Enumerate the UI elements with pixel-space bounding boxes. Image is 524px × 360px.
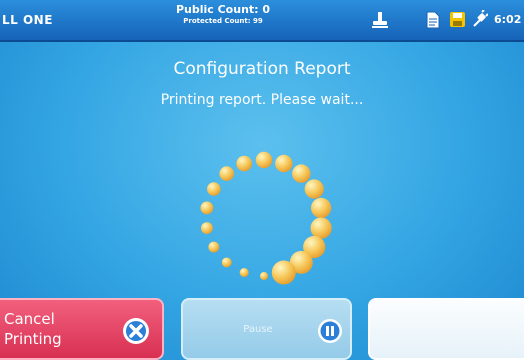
- spinner-dot: [260, 272, 268, 280]
- blank-button[interactable]: [368, 298, 524, 360]
- spinner-dot: [292, 164, 311, 183]
- spinner-dot: [304, 179, 324, 199]
- spinner-dot: [200, 201, 214, 215]
- spinner-dot: [236, 155, 252, 172]
- spinner-dot: [208, 241, 220, 253]
- spinner-dot: [275, 154, 293, 173]
- cancel-printing-button[interactable]: Cancel Printing: [0, 298, 164, 360]
- spinner-dot: [207, 182, 221, 196]
- spinner-dot: [311, 197, 332, 218]
- pause-button[interactable]: Pause: [181, 298, 352, 360]
- spinner-dot: [271, 260, 296, 285]
- spinner-dot: [310, 217, 332, 239]
- spinner-dot: [255, 151, 273, 169]
- spinner-dot: [239, 268, 249, 277]
- spinner-dot: [219, 166, 234, 181]
- close-icon: [122, 317, 150, 349]
- pause-label: Pause: [243, 324, 273, 335]
- spinner-dot: [221, 257, 232, 268]
- cancel-printing-label: Cancel Printing: [4, 310, 62, 348]
- pause-icon: [317, 318, 343, 348]
- spinner-dot: [201, 222, 213, 235]
